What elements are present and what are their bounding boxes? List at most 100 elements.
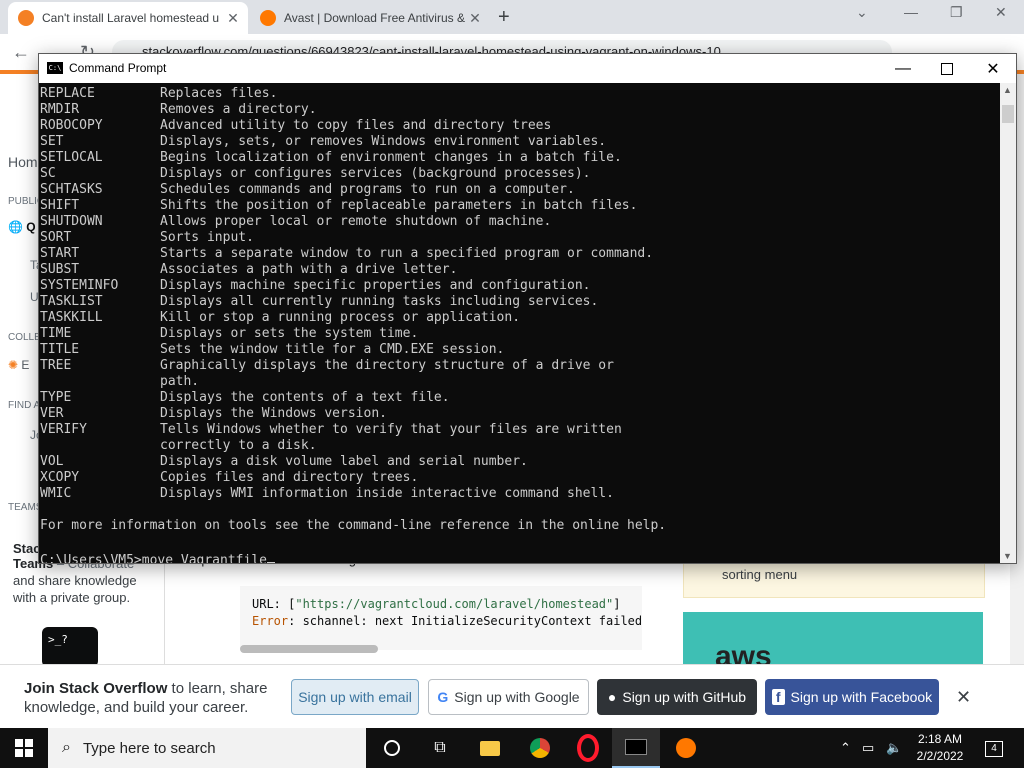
taskbar-search-box[interactable]: ⌕ Type here to search bbox=[48, 728, 366, 768]
command-description: Copies files and directory trees. bbox=[160, 470, 419, 485]
command-description: Associates a path with a drive letter. bbox=[160, 262, 458, 277]
cortana-button[interactable] bbox=[368, 728, 416, 768]
console-command-line: TIME Displays or sets the system time. bbox=[40, 326, 1000, 342]
nav-explore[interactable]: ✺ E bbox=[8, 358, 29, 372]
volume-icon[interactable]: 🔈 bbox=[886, 728, 902, 768]
cmd-minimize-button[interactable]: — bbox=[880, 54, 926, 83]
join-banner: Join Stack Overflow to learn, share know… bbox=[0, 664, 1024, 729]
avast-icon bbox=[676, 738, 696, 758]
task-view-button[interactable]: ⧉ bbox=[416, 728, 464, 768]
tray-chevron-icon[interactable]: ⌃ bbox=[840, 728, 851, 768]
console-command-line: TASKLIST Displays all currently running t… bbox=[40, 294, 1000, 310]
new-tab-icon[interactable]: + bbox=[498, 6, 510, 29]
scroll-thumb[interactable] bbox=[1002, 105, 1014, 123]
close-window-icon[interactable]: ✕ bbox=[995, 4, 1007, 21]
code-scrollbar[interactable] bbox=[240, 645, 378, 653]
close-tab-icon[interactable]: ✕ bbox=[224, 10, 242, 27]
code-block: URL: ["https://vagrantcloud.com/laravel/… bbox=[240, 586, 642, 650]
tab-search-icon[interactable]: ⌄ bbox=[856, 4, 868, 21]
command-name: TITLE bbox=[40, 342, 80, 357]
command-name: SHUTDOWN bbox=[40, 214, 103, 229]
command-name: TYPE bbox=[40, 390, 72, 405]
action-center-button[interactable]: 4 bbox=[985, 738, 1003, 757]
cmd-icon bbox=[625, 739, 647, 755]
close-banner-icon[interactable]: ✕ bbox=[956, 687, 971, 708]
command-name: TIME bbox=[40, 326, 72, 341]
tab-stackoverflow[interactable]: Can't install Laravel homestead u ✕ bbox=[8, 2, 248, 34]
command-description: Sets the window title for a CMD.EXE sess… bbox=[160, 342, 505, 357]
command-name: START bbox=[40, 246, 80, 261]
cmd-maximize-button[interactable] bbox=[924, 54, 970, 83]
aws-advertisement[interactable]: aws bbox=[683, 612, 983, 673]
cmd-taskbar-button[interactable] bbox=[612, 728, 660, 768]
taskbar-clock[interactable]: 2:18 AM 2/2/2022 bbox=[910, 731, 970, 765]
console-prompt-line[interactable]: C:\Users\VM5>move Vagrantfile bbox=[40, 550, 1000, 563]
console-command-line: TYPE Displays the contents of a text file… bbox=[40, 390, 1000, 406]
command-name: TASKKILL bbox=[40, 310, 103, 325]
nav-section-find: FIND A bbox=[8, 400, 41, 411]
teams-description: and share knowledge with a private group… bbox=[13, 573, 137, 605]
opera-button[interactable] bbox=[564, 728, 612, 768]
text-cursor bbox=[266, 550, 275, 563]
console-command-line: RMDIR Removes a directory. bbox=[40, 102, 1000, 118]
signup-google-button[interactable]: G Sign up with Google bbox=[428, 679, 589, 715]
chrome-button[interactable] bbox=[516, 728, 564, 768]
cmd-console[interactable]: REPLACE Replaces files. RMDIR Removes a dir… bbox=[39, 83, 1000, 563]
command-name: VERIFY bbox=[40, 422, 87, 437]
console-command-line: ROBOCOPY Advanced utility to copy files a… bbox=[40, 118, 1000, 134]
close-tab-icon[interactable]: ✕ bbox=[466, 10, 484, 27]
command-name: SORT bbox=[40, 230, 72, 245]
scroll-down-icon[interactable]: ▼ bbox=[1003, 551, 1012, 561]
console-command-line: VER Displays the Windows version. bbox=[40, 406, 1000, 422]
google-icon: G bbox=[437, 689, 449, 705]
back-icon[interactable]: ← bbox=[12, 42, 30, 63]
nav-questions[interactable]: 🌐 Q bbox=[8, 220, 36, 234]
console-command-line: SCHTASKS Schedules commands and programs … bbox=[40, 182, 1000, 198]
avast-button[interactable] bbox=[662, 728, 710, 768]
browser-tab-bar: Can't install Laravel homestead u ✕ Avas… bbox=[0, 0, 1024, 34]
search-placeholder: Type here to search bbox=[82, 739, 216, 757]
scroll-up-icon[interactable]: ▲ bbox=[1003, 85, 1012, 95]
signup-email-button[interactable]: Sign up with email bbox=[291, 679, 419, 715]
network-icon[interactable]: ▭ bbox=[862, 728, 874, 768]
cmd-title-bar[interactable]: C:\ Command Prompt — ✕ bbox=[39, 54, 1016, 83]
cmd-scrollbar[interactable]: ▲ ▼ bbox=[1000, 83, 1016, 563]
maximize-icon bbox=[941, 62, 953, 75]
minimize-icon[interactable]: — bbox=[904, 4, 918, 20]
command-name: SCHTASKS bbox=[40, 182, 103, 197]
command-description: Begins localization of environment chang… bbox=[160, 150, 622, 165]
cmd-window-title: Command Prompt bbox=[69, 61, 167, 75]
command-description: Displays WMI information inside interact… bbox=[160, 486, 614, 501]
command-name: RMDIR bbox=[40, 102, 80, 117]
command-description: Displays the Windows version. bbox=[160, 406, 387, 421]
command-description: Advanced utility to copy files and direc… bbox=[160, 118, 552, 133]
command-name: TASKLIST bbox=[40, 294, 103, 309]
command-description: Removes a directory. bbox=[160, 102, 317, 117]
start-button[interactable] bbox=[0, 728, 48, 768]
console-command-line: SHUTDOWN Allows proper local or remote sh… bbox=[40, 214, 1000, 230]
console-command-line: SETLOCAL Begins localization of environme… bbox=[40, 150, 1000, 166]
command-description: Displays or configures services (backgro… bbox=[160, 166, 591, 181]
command-description: Displays a disk volume label and serial … bbox=[160, 454, 528, 469]
cmd-close-button[interactable]: ✕ bbox=[970, 54, 1016, 83]
cmd-app-icon: C:\ bbox=[47, 62, 63, 74]
signup-facebook-button[interactable]: f Sign up with Facebook bbox=[765, 679, 939, 715]
globe-icon: 🌐 bbox=[8, 220, 23, 234]
command-description: Displays all currently running tasks inc… bbox=[160, 294, 599, 309]
search-icon: ⌕ bbox=[62, 739, 71, 756]
command-description: Shifts the position of replaceable param… bbox=[160, 198, 638, 213]
command-name: XCOPY bbox=[40, 470, 80, 485]
command-name: REPLACE bbox=[40, 86, 95, 101]
command-name: TREE bbox=[40, 358, 72, 373]
command-description: Schedules commands and programs to run o… bbox=[160, 182, 575, 197]
restore-icon[interactable]: ❐ bbox=[950, 4, 963, 21]
notification-icon: 4 bbox=[985, 741, 1003, 757]
tab-avast[interactable]: Avast | Download Free Antivirus & ✕ bbox=[250, 2, 490, 34]
command-name: SHIFT bbox=[40, 198, 80, 213]
signup-github-button[interactable]: ● Sign up with GitHub bbox=[597, 679, 757, 715]
command-name: ROBOCOPY bbox=[40, 118, 103, 133]
opera-icon bbox=[577, 734, 599, 762]
console-command-line: SC Displays or configures services (backg… bbox=[40, 166, 1000, 182]
windows-logo-icon bbox=[15, 739, 33, 757]
file-explorer-button[interactable] bbox=[466, 728, 514, 768]
